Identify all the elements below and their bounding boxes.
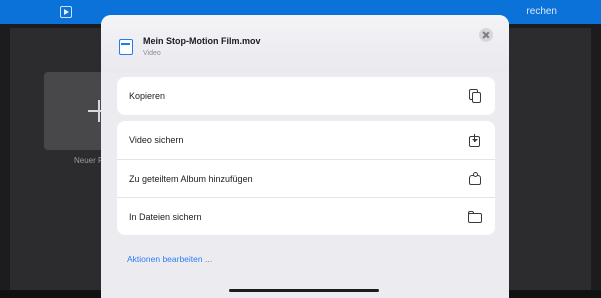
file-title: Mein Stop-Motion Film.mov: [143, 36, 261, 46]
file-icon: [119, 39, 133, 55]
edit-actions-link[interactable]: Aktionen bearbeiten ...: [127, 254, 212, 264]
action-group-save: Video sichern Zu geteiltem Album hinzufü…: [117, 121, 495, 235]
new-project-label: Neuer F: [74, 156, 103, 165]
action-add-shared-album[interactable]: Zu geteiltem Album hinzufügen: [117, 159, 495, 197]
action-group-copy: Kopieren: [117, 77, 495, 115]
action-label: Kopieren: [129, 91, 166, 101]
action-save-to-files[interactable]: In Dateien sichern: [117, 197, 495, 235]
action-label: Video sichern: [129, 135, 184, 145]
top-bar-right-action[interactable]: rechen: [526, 6, 557, 17]
action-label: In Dateien sichern: [129, 211, 202, 222]
action-label: Zu geteiltem Album hinzufügen: [129, 173, 253, 184]
save-to-device-icon: [467, 132, 483, 148]
play-icon[interactable]: [60, 6, 72, 18]
copy-icon: [467, 88, 483, 104]
file-subtitle: Video: [143, 50, 161, 57]
action-save-video[interactable]: Video sichern: [117, 121, 495, 159]
share-sheet-header: Mein Stop-Motion Film.mov Video: [101, 15, 509, 73]
share-sheet: Mein Stop-Motion Film.mov Video Kopieren…: [101, 15, 509, 298]
close-button[interactable]: [479, 28, 493, 42]
folder-icon: [467, 209, 483, 225]
action-copy[interactable]: Kopieren: [117, 77, 495, 115]
home-indicator: [229, 289, 379, 292]
shared-album-icon: [467, 171, 483, 187]
